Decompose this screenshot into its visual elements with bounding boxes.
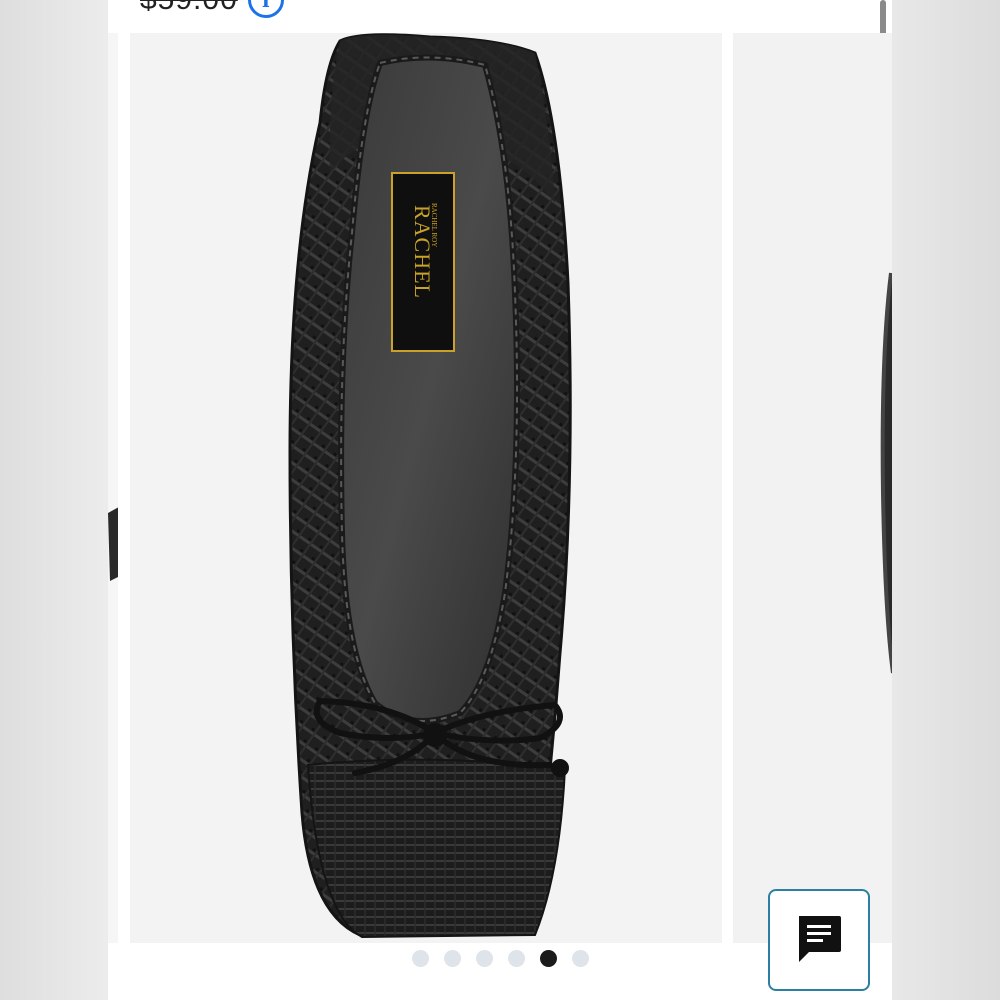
insole-sub-text: RACHEL ROY	[430, 203, 438, 247]
next-slide-image[interactable]	[733, 33, 892, 943]
price-row: $59.00 i	[140, 0, 284, 18]
next-shoe-edge	[880, 272, 892, 674]
current-slide-image[interactable]: RACHEL RACHEL ROY	[130, 33, 722, 943]
original-price: $59.00	[140, 0, 238, 17]
previous-slide-image[interactable]	[108, 33, 126, 943]
product-page: $59.00 i	[108, 0, 892, 1000]
carousel-dot-6[interactable]	[571, 950, 589, 967]
previous-shoe-edge	[108, 503, 126, 581]
chat-button[interactable]	[768, 889, 870, 991]
background-left	[0, 0, 108, 1000]
background-right	[892, 0, 1000, 1000]
carousel-dot-5[interactable]	[539, 950, 557, 967]
ballet-flat-photo: RACHEL RACHEL ROY	[288, 33, 572, 939]
carousel-dot-2[interactable]	[443, 950, 461, 967]
info-icon[interactable]: i	[247, 0, 284, 18]
carousel-dot-1[interactable]	[411, 950, 429, 967]
product-image-carousel[interactable]: RACHEL RACHEL ROY	[108, 33, 892, 943]
carousel-dot-3[interactable]	[475, 950, 493, 967]
chat-bubble-icon	[799, 916, 841, 962]
carousel-dot-4[interactable]	[507, 950, 525, 967]
